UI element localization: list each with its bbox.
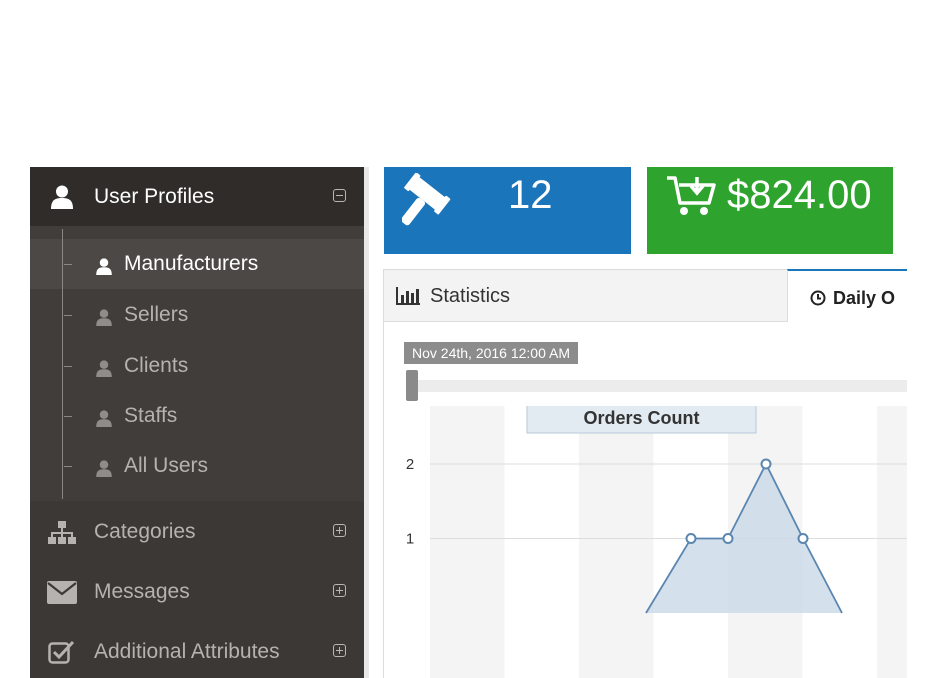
data-point — [760, 458, 772, 470]
sidebar-item-label: All Users — [124, 454, 209, 477]
sidebar-item-additional-attributes[interactable]: Additional Attributes — [30, 631, 364, 673]
sidebar-item-label: Clients — [124, 354, 189, 377]
sidebar-item-label: Categories — [94, 520, 196, 543]
expand-icon[interactable] — [333, 524, 346, 537]
y-tick-label: 2 — [406, 456, 414, 473]
user-icon — [96, 360, 112, 377]
expand-icon[interactable] — [333, 584, 346, 597]
tab-daily[interactable]: Daily O — [787, 269, 907, 322]
sidebar: User Profiles Manufacturers Sellers Clie… — [30, 167, 364, 678]
auctions-stat-tile[interactable]: 12 — [384, 167, 631, 254]
grid-band — [430, 406, 505, 678]
bar-chart-icon — [396, 287, 420, 305]
app-window: User Profiles Manufacturers Sellers Clie… — [30, 167, 907, 678]
sidebar-item-all-users[interactable]: All Users — [30, 447, 364, 485]
tab-statistics[interactable]: Statistics — [384, 270, 787, 321]
sidebar-item-manufacturers[interactable]: Manufacturers — [30, 245, 364, 283]
sidebar-item-clients[interactable]: Clients — [30, 347, 364, 385]
statistics-panel: Statistics Daily O Nov 24th, 2016 12:00 … — [383, 269, 907, 678]
sidebar-item-staffs[interactable]: Staffs — [30, 397, 364, 435]
sales-amount: $824.00 — [727, 173, 872, 217]
expand-icon[interactable] — [333, 644, 346, 657]
grid-band — [877, 406, 907, 678]
data-point — [797, 533, 809, 544]
sidebar-item-label: Additional Attributes — [94, 640, 280, 663]
data-point — [685, 533, 697, 544]
cart-download-icon — [667, 176, 716, 215]
user-icon — [96, 309, 112, 326]
auctions-count: 12 — [508, 173, 553, 217]
date-slider-handle[interactable] — [406, 370, 418, 401]
envelope-icon — [47, 581, 77, 604]
sitemap-icon — [48, 521, 76, 544]
tab-daily-label: Daily O — [833, 288, 896, 308]
collapse-icon[interactable] — [333, 189, 346, 202]
user-icon — [96, 460, 112, 477]
orders-count-chart: 4321Orders Count — [406, 406, 907, 678]
sidebar-item-label: Sellers — [124, 303, 189, 326]
sidebar-item-categories[interactable]: Categories — [30, 511, 364, 553]
gavel-icon — [402, 173, 451, 226]
tab-statistics-label: Statistics — [430, 285, 511, 307]
sales-stat-tile[interactable]: $824.00 — [647, 167, 893, 254]
chart-title: Orders Count — [583, 408, 699, 428]
date-slider-track[interactable] — [406, 380, 907, 392]
sidebar-header-label: User Profiles — [94, 185, 215, 208]
user-icon — [51, 185, 73, 209]
user-icon — [96, 410, 112, 427]
sidebar-header-user-profiles[interactable]: User Profiles — [30, 167, 364, 226]
sidebar-item-label: Staffs — [124, 404, 178, 427]
main-content: 12 $824.00 Statistics Daily O Nov 24th, … — [369, 167, 907, 678]
grid-band — [579, 406, 654, 678]
sidebar-item-sellers[interactable]: Sellers — [30, 296, 364, 334]
sidebar-item-label: Manufacturers — [124, 252, 259, 275]
user-icon — [96, 258, 112, 275]
checkbox-icon — [48, 640, 75, 664]
sidebar-item-label: Messages — [94, 580, 190, 603]
data-point — [722, 533, 734, 544]
date-range-label: Nov 24th, 2016 12:00 AM — [404, 342, 578, 364]
y-tick-label: 1 — [406, 531, 414, 548]
clock-icon — [810, 290, 826, 306]
sidebar-item-messages[interactable]: Messages — [30, 571, 364, 613]
